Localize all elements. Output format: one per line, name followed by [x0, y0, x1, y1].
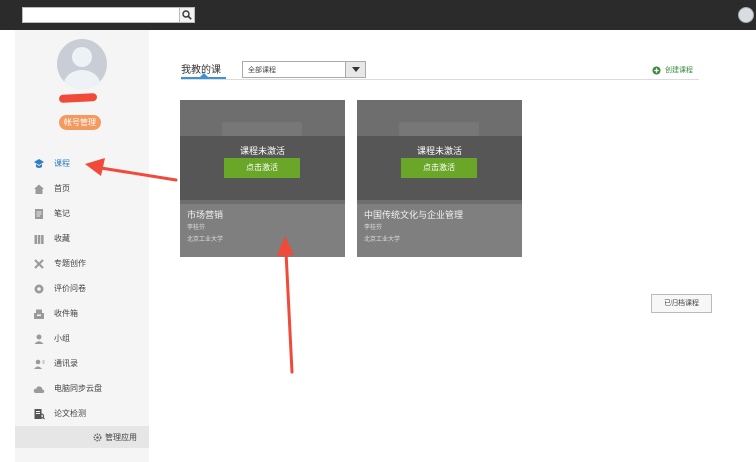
course-teacher: 李桂芬	[187, 224, 206, 231]
sidebar-item-topic-create[interactable]: 专题创作	[15, 251, 149, 276]
sidebar-item-label: 论文检测	[54, 409, 86, 418]
main-content: 我教的课 全部课程 创建课程 课程未激活 点击激活 市场营销 李桂芬 北京工业大…	[149, 30, 756, 462]
manage-apps-label: 管理应用	[105, 432, 137, 442]
search-button[interactable]	[179, 7, 195, 23]
inbox-icon	[33, 308, 45, 320]
search-input[interactable]	[22, 7, 180, 23]
user-avatar[interactable]	[738, 7, 754, 23]
contacts-icon	[33, 358, 45, 370]
sidebar-item-paper-check[interactable]: 论文检测	[15, 401, 149, 426]
course-title[interactable]: 市场营销	[187, 208, 223, 221]
activate-course-button[interactable]: 点击激活	[401, 158, 477, 178]
sidebar-item-home[interactable]: 首页	[15, 176, 149, 201]
gear-icon	[93, 433, 102, 441]
sidebar-item-group[interactable]: 小组	[15, 326, 149, 351]
caret-down-icon	[351, 67, 360, 72]
profile-avatar[interactable]	[57, 39, 107, 89]
sidebar-item-label: 小组	[54, 334, 70, 343]
sidebar-item-label: 通讯录	[54, 359, 78, 368]
course-school: 北京工业大学	[364, 236, 401, 243]
home-icon	[33, 183, 45, 195]
sidebar-nav: 课程 首页 笔记 收藏 专题创作 评价问卷 收件箱 小组 通讯录 电脑同步云盘 …	[15, 151, 149, 426]
sidebar-item-notes[interactable]: 笔记	[15, 201, 149, 226]
add-circle-icon	[652, 65, 661, 75]
sidebar-item-label: 电脑同步云盘	[54, 384, 102, 393]
course-filter-value: 全部课程	[248, 66, 276, 74]
activate-course-button[interactable]: 点击激活	[224, 158, 300, 178]
course-card[interactable]: 课程未激活 点击激活 中国传统文化与企业管理 李桂芬 北京工业大学	[357, 100, 522, 257]
header-divider	[181, 79, 699, 80]
sidebar-item-label: 专题创作	[54, 259, 86, 268]
paper-check-icon	[33, 408, 45, 420]
avatar-head-shape	[72, 47, 92, 67]
notes-icon	[33, 208, 45, 220]
cloud-sync-icon	[33, 383, 45, 395]
create-course-button[interactable]: 创建课程	[652, 65, 693, 75]
account-management-button[interactable]: 帐号管理	[59, 115, 101, 130]
app-window: 帐号管理 课程 首页 笔记 收藏 专题创作 评价问卷 收件箱 小组 通讯录 电脑…	[0, 0, 756, 462]
course-icon	[33, 158, 45, 170]
course-cover-decoration	[222, 122, 302, 136]
course-cover-decoration	[399, 122, 479, 136]
sidebar-item-inbox[interactable]: 收件箱	[15, 301, 149, 326]
sidebar-item-contacts[interactable]: 通讯录	[15, 351, 149, 376]
redacted-username	[58, 93, 98, 103]
sidebar-item-label: 课程	[54, 159, 70, 168]
avatar-body-shape	[64, 70, 100, 89]
course-title[interactable]: 中国传统文化与企业管理	[364, 208, 463, 221]
sidebar-item-label: 评价问卷	[54, 284, 86, 293]
sidebar: 帐号管理 课程 首页 笔记 收藏 专题创作 评价问卷 收件箱 小组 通讯录 电脑…	[15, 30, 149, 462]
course-school: 北京工业大学	[187, 236, 224, 243]
sidebar-item-survey[interactable]: 评价问卷	[15, 276, 149, 301]
course-filter-select[interactable]: 全部课程	[242, 61, 366, 78]
top-bar	[0, 0, 756, 30]
favorites-icon	[33, 233, 45, 245]
course-card[interactable]: 课程未激活 点击激活 市场营销 李桂芬 北京工业大学	[180, 100, 345, 257]
sidebar-item-label: 笔记	[54, 209, 70, 218]
topic-create-icon	[33, 258, 45, 270]
manage-apps-button[interactable]: 管理应用	[15, 426, 149, 448]
archived-courses-button[interactable]: 已归档课程	[651, 294, 712, 313]
sidebar-item-label: 首页	[54, 184, 70, 193]
sidebar-item-cloud-sync[interactable]: 电脑同步云盘	[15, 376, 149, 401]
course-status: 课程未激活	[239, 147, 285, 157]
sidebar-item-label: 收件箱	[54, 309, 78, 318]
dropdown-arrow[interactable]	[345, 62, 365, 77]
course-teacher: 李桂芬	[364, 224, 383, 231]
survey-icon	[33, 283, 45, 295]
sidebar-item-label: 收藏	[54, 234, 70, 243]
search-icon	[182, 10, 192, 20]
group-icon	[33, 333, 45, 345]
create-course-label: 创建课程	[665, 66, 693, 74]
sidebar-item-favorites[interactable]: 收藏	[15, 226, 149, 251]
course-status: 课程未激活	[416, 147, 462, 157]
sidebar-item-course[interactable]: 课程	[15, 151, 149, 176]
